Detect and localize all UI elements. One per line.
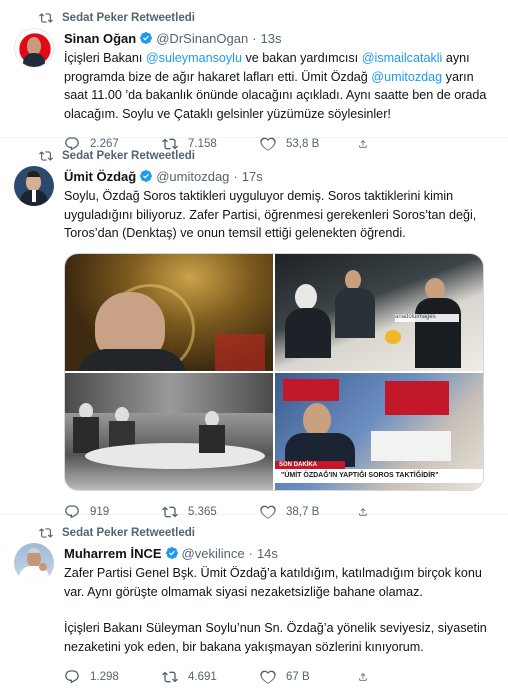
tweet-text: Zafer Partisi Genel Bşk. Ümit Özdağ’a ka… xyxy=(64,564,494,656)
timestamp[interactable]: 17s xyxy=(242,169,263,184)
media-caption-headline: "ÜMİT ÖZDAĞ'IN YAPTIĞI SOROS TAKTİĞİDİR" xyxy=(275,468,483,483)
media-grid: anadoluimages SON DAKİKA "ÜMİT ÖZDAĞ'IN … xyxy=(64,252,484,491)
tweet-muharrem-ince[interactable]: Sedat Peker Retweetledi Muharrem İNCE @v… xyxy=(0,515,508,688)
verified-badge-icon xyxy=(139,31,153,45)
mention-link[interactable]: @umitozdag xyxy=(371,70,442,84)
action-bar: 1.298 4.691 67 B xyxy=(64,662,494,688)
retweet-button[interactable]: 4.691 xyxy=(162,669,260,685)
like-count: 67 B xyxy=(286,671,310,683)
tweet-text: İçişleri Bakanı @suleymansoylu ve bakan … xyxy=(64,49,494,123)
tweet-umit-ozdag[interactable]: Sedat Peker Retweetledi Ümit Özdağ @umit… xyxy=(0,138,508,515)
mention-link[interactable]: @ismailcatakli xyxy=(362,51,443,65)
media-photo-1[interactable] xyxy=(65,253,273,371)
timeline-feed: Sedat Peker Retweetledi Sinan Oğan @DrSi… xyxy=(0,0,508,688)
verified-badge-icon xyxy=(165,546,179,560)
share-icon xyxy=(358,669,368,685)
author-handle[interactable]: @vekilince xyxy=(182,546,245,561)
author-handle[interactable]: @umitozdag xyxy=(156,169,229,184)
reply-button[interactable]: 1.298 xyxy=(64,669,162,685)
media-photo-2[interactable]: anadoluimages xyxy=(275,253,483,371)
media-watermark: anadoluimages xyxy=(395,313,459,322)
avatar[interactable] xyxy=(14,166,54,206)
mention-link[interactable]: @suleymansoylu xyxy=(146,51,242,65)
retweet-count: 4.691 xyxy=(188,671,217,683)
retweet-context-label[interactable]: Sedat Peker Retweetledi xyxy=(62,12,195,24)
share-button[interactable] xyxy=(358,669,378,685)
media-photo-4[interactable]: SON DAKİKA "ÜMİT ÖZDAĞ'IN YAPTIĞI SOROS … xyxy=(275,372,483,490)
timestamp[interactable]: 14s xyxy=(257,546,278,561)
tweet-text-segment: ve bakan yardımcısı xyxy=(241,51,362,65)
author-name[interactable]: Muharrem İNCE xyxy=(64,546,162,561)
verified-badge-icon xyxy=(139,169,153,183)
retweet-icon xyxy=(38,11,54,25)
tweet-text: Soylu, Özdağ Soros taktikleri uyguluyor … xyxy=(64,189,477,240)
retweet-context: Sedat Peker Retweetledi xyxy=(14,10,494,26)
reply-count: 1.298 xyxy=(90,671,119,683)
reply-icon xyxy=(64,669,80,685)
avatar[interactable] xyxy=(14,543,54,583)
retweet-context-label[interactable]: Sedat Peker Retweetledi xyxy=(62,150,195,162)
tweet-paragraph: İçişleri Bakanı Süleyman Soylu’nun Sn. Ö… xyxy=(64,621,487,654)
separator-dot: · xyxy=(248,545,253,561)
timestamp[interactable]: 13s xyxy=(261,31,282,46)
tweet-text-segment: İçişleri Bakanı xyxy=(64,51,146,65)
retweet-icon xyxy=(38,526,54,540)
like-icon xyxy=(260,669,276,685)
separator-dot: · xyxy=(252,30,257,46)
media-caption-breaking: SON DAKİKA xyxy=(275,460,345,469)
retweet-icon xyxy=(38,149,54,163)
author-name[interactable]: Ümit Özdağ xyxy=(64,169,136,184)
retweet-context: Sedat Peker Retweetledi xyxy=(14,148,494,164)
author-name[interactable]: Sinan Oğan xyxy=(64,31,136,46)
separator-dot: · xyxy=(233,168,238,184)
retweet-context-label[interactable]: Sedat Peker Retweetledi xyxy=(62,527,195,539)
retweet-context: Sedat Peker Retweetledi xyxy=(14,525,494,541)
author-handle[interactable]: @DrSinanOgan xyxy=(156,31,248,46)
tweet-sinan-ogan[interactable]: Sedat Peker Retweetledi Sinan Oğan @DrSi… xyxy=(0,0,508,138)
tweet-paragraph: Zafer Partisi Genel Bşk. Ümit Özdağ’a ka… xyxy=(64,566,482,599)
like-button[interactable]: 67 B xyxy=(260,669,358,685)
avatar[interactable] xyxy=(14,28,54,68)
media-photo-3[interactable] xyxy=(65,372,273,490)
retweet-icon xyxy=(162,669,178,685)
